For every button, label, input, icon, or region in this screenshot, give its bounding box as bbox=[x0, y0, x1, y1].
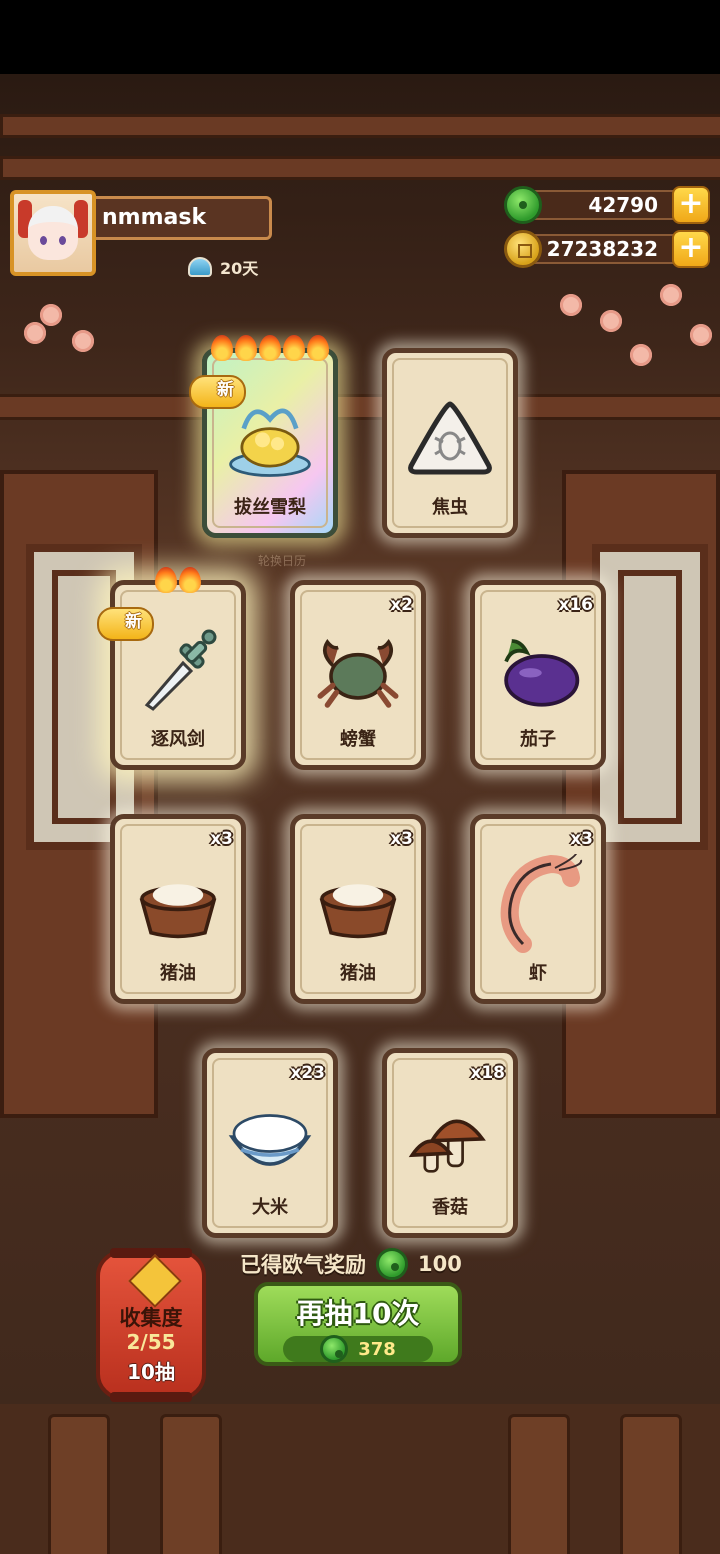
railing-post bbox=[48, 1414, 110, 1554]
roof-beam bbox=[0, 156, 720, 180]
rarity-flames bbox=[207, 335, 333, 361]
roof-beam bbox=[0, 114, 720, 138]
lard-bowl-icon bbox=[133, 849, 223, 959]
crab-icon bbox=[313, 615, 403, 725]
draw-cost: 378 bbox=[283, 1335, 433, 1363]
card-count: x3 bbox=[390, 829, 413, 849]
jade-coin-icon bbox=[504, 186, 542, 224]
blossom bbox=[600, 310, 622, 332]
jade-coin-icon bbox=[320, 1335, 349, 1363]
result-card[interactable]: x23 大米 bbox=[202, 1048, 338, 1238]
new-badge: 新 bbox=[189, 375, 246, 409]
card-count: x16 bbox=[558, 595, 593, 615]
result-card[interactable]: x16 茄子 bbox=[470, 580, 606, 770]
card-label: 逐风剑 bbox=[151, 729, 205, 750]
gold-coin-icon bbox=[504, 230, 542, 268]
blossom bbox=[40, 304, 62, 326]
card-label: 螃蟹 bbox=[340, 729, 376, 750]
flame-icon bbox=[155, 567, 177, 593]
luck-reward-amount: 100 bbox=[418, 1252, 462, 1276]
right-door-panel bbox=[562, 470, 720, 1118]
card-label: 茄子 bbox=[520, 729, 556, 750]
card-label: 虾 bbox=[529, 963, 547, 984]
card-label: 猪油 bbox=[340, 963, 376, 984]
avatar-face-icon bbox=[28, 206, 78, 260]
draw-cost-value: 378 bbox=[358, 1338, 396, 1360]
blossom bbox=[560, 294, 582, 316]
blossom bbox=[630, 344, 652, 366]
blossom bbox=[72, 330, 94, 352]
luck-reward: 已得欧气奖励 100 bbox=[240, 1248, 462, 1280]
new-badge: 新 bbox=[97, 607, 154, 641]
gold-amount: 27238232 bbox=[520, 234, 690, 264]
player-name: nmmask bbox=[96, 196, 272, 240]
card-count: x3 bbox=[210, 829, 233, 849]
card-label: 拔丝雪梨 bbox=[234, 497, 306, 518]
jade-amount: 42790 bbox=[520, 190, 690, 220]
blossom bbox=[660, 284, 682, 306]
calendar-bowl-icon bbox=[188, 257, 212, 277]
eggplant-icon bbox=[493, 615, 583, 725]
card-count: x23 bbox=[290, 1063, 325, 1083]
flame-icon bbox=[179, 567, 201, 593]
player-avatar[interactable] bbox=[10, 190, 96, 276]
blossom bbox=[690, 324, 712, 346]
rarity-flames bbox=[115, 567, 241, 593]
result-card[interactable]: x3 猪油 bbox=[290, 814, 426, 1004]
result-card[interactable]: x3 虾 bbox=[470, 814, 606, 1004]
days-value: 20天 bbox=[220, 259, 259, 278]
flame-icon bbox=[211, 335, 233, 361]
railing-post bbox=[160, 1414, 222, 1554]
add-gold-button[interactable]: + bbox=[672, 230, 710, 268]
railing-post bbox=[620, 1414, 682, 1554]
add-jade-button[interactable]: + bbox=[672, 186, 710, 224]
card-count: x18 bbox=[470, 1063, 505, 1083]
blossom bbox=[24, 322, 46, 344]
draw-ten-label: 再抽10次 bbox=[296, 1297, 420, 1330]
result-card[interactable]: 逐风剑 新 bbox=[97, 567, 246, 770]
result-card[interactable]: x18 香菇 bbox=[382, 1048, 518, 1238]
flame-icon bbox=[283, 335, 305, 361]
gold-currency: 27238232 + bbox=[504, 230, 710, 268]
result-card[interactable]: 拔丝雪梨 新 bbox=[189, 335, 338, 538]
lantern-ornament-icon bbox=[128, 1254, 182, 1308]
jade-coin-icon bbox=[376, 1248, 408, 1280]
wall-beam bbox=[0, 394, 720, 420]
shrimp-icon bbox=[493, 849, 583, 959]
status-bar-area bbox=[0, 0, 720, 74]
collection-progress: 2/55 bbox=[126, 1330, 176, 1354]
collection-draws: 10抽 bbox=[127, 1360, 175, 1384]
days-counter: 20天 bbox=[188, 254, 258, 280]
lard-bowl-icon bbox=[313, 849, 403, 959]
luck-reward-label: 已得欧气奖励 bbox=[240, 1253, 366, 1277]
card-label: 焦虫 bbox=[432, 497, 468, 518]
jade-currency: 42790 + bbox=[504, 186, 710, 224]
result-card[interactable]: 焦虫 bbox=[382, 348, 518, 538]
rice-bowl-icon bbox=[225, 1083, 315, 1193]
card-count: x3 bbox=[570, 829, 593, 849]
result-card[interactable]: x3 猪油 bbox=[110, 814, 246, 1004]
result-card[interactable]: x2 螃蟹 bbox=[290, 580, 426, 770]
flame-icon bbox=[307, 335, 329, 361]
rotation-calendar-label: 轮换日历 bbox=[258, 554, 307, 568]
card-label: 香菇 bbox=[432, 1197, 468, 1218]
flame-icon bbox=[259, 335, 281, 361]
railing-post bbox=[508, 1414, 570, 1554]
collection-title: 收集度 bbox=[119, 1306, 183, 1330]
card-label: 大米 bbox=[252, 1197, 288, 1218]
bug-triangle-icon bbox=[405, 383, 495, 493]
mushroom-icon bbox=[405, 1083, 495, 1193]
card-count: x2 bbox=[390, 595, 413, 615]
draw-ten-button[interactable]: 再抽10次 378 bbox=[254, 1282, 462, 1366]
card-label: 猪油 bbox=[160, 963, 196, 984]
collection-progress-lantern[interactable]: 收集度 2/55 10抽 bbox=[96, 1248, 206, 1402]
flame-icon bbox=[235, 335, 257, 361]
